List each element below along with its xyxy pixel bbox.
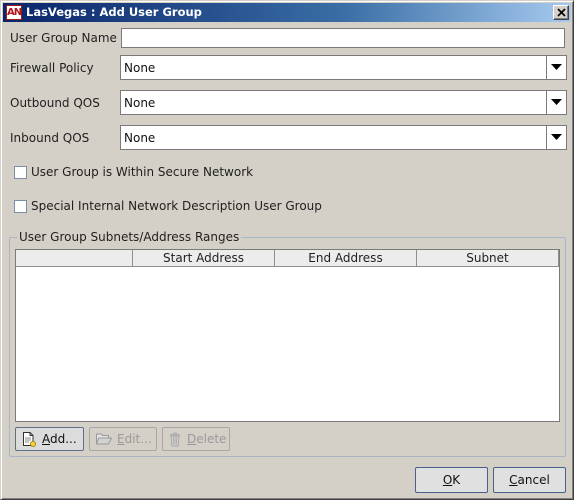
secure-network-label: User Group is Within Secure Network bbox=[31, 165, 254, 179]
special-internal-checkbox[interactable] bbox=[14, 200, 27, 213]
delete-button-mnemonic: D bbox=[187, 432, 197, 446]
chevron-down-icon bbox=[551, 99, 562, 105]
firewall-policy-value: None bbox=[124, 61, 156, 75]
inbound-qos-select[interactable]: None bbox=[120, 125, 567, 150]
close-icon bbox=[557, 8, 566, 17]
edit-button-mnemonic: E bbox=[117, 432, 125, 446]
firewall-policy-select[interactable]: None bbox=[120, 55, 567, 80]
delete-button[interactable]: Delete bbox=[162, 427, 230, 451]
outbound-qos-value: None bbox=[124, 96, 156, 110]
open-folder-icon bbox=[96, 433, 112, 445]
column-header-start-address[interactable]: Start Address bbox=[133, 250, 275, 267]
add-button-mnemonic: A bbox=[42, 432, 50, 446]
outbound-qos-dropdown-button[interactable] bbox=[546, 91, 566, 114]
inbound-qos-label: Inbound QOS bbox=[10, 131, 90, 145]
edit-button-label: dit... bbox=[124, 432, 152, 446]
column-header-blank[interactable] bbox=[16, 250, 133, 267]
outbound-qos-select[interactable]: None bbox=[120, 90, 567, 115]
title-bar[interactable]: AN LasVegas : Add User Group bbox=[3, 3, 571, 22]
app-logo-icon: AN bbox=[6, 5, 22, 20]
window-title: LasVegas : Add User Group bbox=[26, 5, 202, 19]
trash-icon bbox=[170, 432, 180, 447]
special-internal-label: Special Internal Network Description Use… bbox=[31, 199, 322, 213]
cancel-button-label: ancel bbox=[517, 473, 550, 487]
add-user-group-dialog: AN LasVegas : Add User Group User Group … bbox=[0, 0, 574, 500]
group-name-label: User Group Name bbox=[10, 31, 117, 45]
close-button[interactable] bbox=[553, 5, 569, 20]
column-header-end-address[interactable]: End Address bbox=[275, 250, 417, 267]
edit-button[interactable]: Edit... bbox=[89, 427, 157, 451]
chevron-down-icon bbox=[551, 134, 562, 140]
inbound-qos-value: None bbox=[124, 131, 156, 145]
ok-button-label: K bbox=[452, 473, 461, 487]
subnets-table[interactable]: Start Address End Address Subnet bbox=[15, 249, 560, 422]
subnets-group-title: User Group Subnets/Address Ranges bbox=[17, 230, 242, 244]
group-name-input[interactable] bbox=[121, 28, 565, 48]
outbound-qos-label: Outbound QOS bbox=[10, 96, 100, 110]
secure-network-checkbox[interactable] bbox=[14, 166, 27, 179]
delete-button-label: elete bbox=[196, 432, 227, 446]
column-header-subnet[interactable]: Subnet bbox=[417, 250, 559, 267]
ok-button[interactable]: OK bbox=[415, 467, 488, 493]
firewall-policy-dropdown-button[interactable] bbox=[546, 56, 566, 79]
inbound-qos-dropdown-button[interactable] bbox=[546, 126, 566, 149]
cancel-button-mnemonic: C bbox=[509, 473, 518, 487]
add-button[interactable]: Add... bbox=[15, 427, 84, 451]
chevron-down-icon bbox=[551, 64, 562, 70]
add-document-icon bbox=[23, 432, 36, 447]
firewall-policy-label: Firewall Policy bbox=[10, 61, 94, 75]
subnets-table-header: Start Address End Address Subnet bbox=[16, 250, 559, 267]
cancel-button[interactable]: Cancel bbox=[493, 467, 566, 493]
ok-button-mnemonic: O bbox=[442, 473, 453, 487]
subnets-table-body[interactable] bbox=[16, 267, 559, 421]
subnets-group: User Group Subnets/Address Ranges Start … bbox=[9, 230, 566, 457]
add-button-label: dd... bbox=[50, 432, 77, 446]
